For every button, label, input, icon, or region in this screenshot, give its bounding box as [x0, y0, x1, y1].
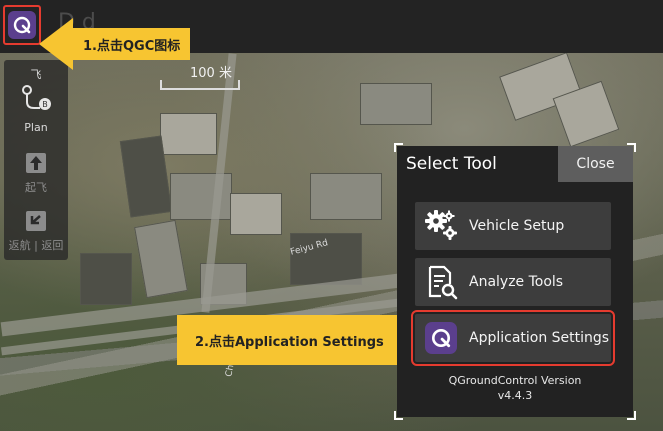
qgc-menu-button[interactable] [3, 5, 41, 45]
analyze-tools-label: Analyze Tools [469, 274, 564, 290]
toolbar-item-label: Plan [24, 121, 48, 134]
select-tool-dialog: Select Tool Close Vehicle Setup Analyze … [394, 143, 636, 420]
callout-text: 1.点击QGC图标 [73, 28, 191, 60]
toolbar-item-label: 起飞 [25, 181, 47, 194]
dialog-corner [394, 411, 403, 420]
callout-text: 2.点击Application Settings [177, 315, 398, 365]
map-building [360, 83, 432, 125]
toolbar-item-takeoff[interactable]: 起飞 [4, 150, 68, 195]
qgc-logo-icon [421, 318, 461, 358]
left-toolbar: 飞 B Plan 起飞 返航 | 返回 [4, 60, 68, 260]
map-building [134, 219, 188, 299]
svg-text:B: B [42, 100, 48, 109]
map-building [230, 193, 282, 235]
toolbar-item-return[interactable]: 返航 | 返回 [4, 208, 68, 253]
version-value: v4.4.3 [497, 389, 533, 402]
callout-arrow-left-icon [39, 18, 73, 70]
map-scale-bar [160, 80, 240, 90]
vehicle-setup-button[interactable]: Vehicle Setup [415, 202, 611, 250]
map-scale-label: 100 米 [190, 66, 232, 81]
vehicle-setup-label: Vehicle Setup [469, 218, 565, 234]
qgc-logo-icon [8, 11, 36, 39]
callout-step1: 1.点击QGC图标 [39, 18, 191, 70]
application-settings-label: Application Settings [469, 330, 610, 346]
map-building [310, 173, 382, 220]
dialog-title: Select Tool [406, 154, 497, 174]
return-icon [4, 208, 68, 237]
analyze-tools-button[interactable]: Analyze Tools [415, 258, 611, 306]
close-button[interactable]: Close [558, 146, 633, 182]
toolbar-item-plan[interactable]: B Plan [4, 82, 68, 134]
map-building [160, 113, 217, 155]
version-label: QGroundControl Version [448, 374, 582, 387]
gears-icon [421, 206, 461, 246]
takeoff-icon [4, 150, 68, 179]
plan-route-icon: B [4, 82, 68, 121]
dialog-corner [394, 143, 403, 152]
map-building [80, 253, 132, 305]
dialog-corner [627, 411, 636, 420]
application-settings-button[interactable]: Application Settings [411, 310, 615, 366]
toolbar-item-label: 返航 | 返回 [8, 239, 64, 252]
analyze-document-icon [421, 262, 461, 302]
